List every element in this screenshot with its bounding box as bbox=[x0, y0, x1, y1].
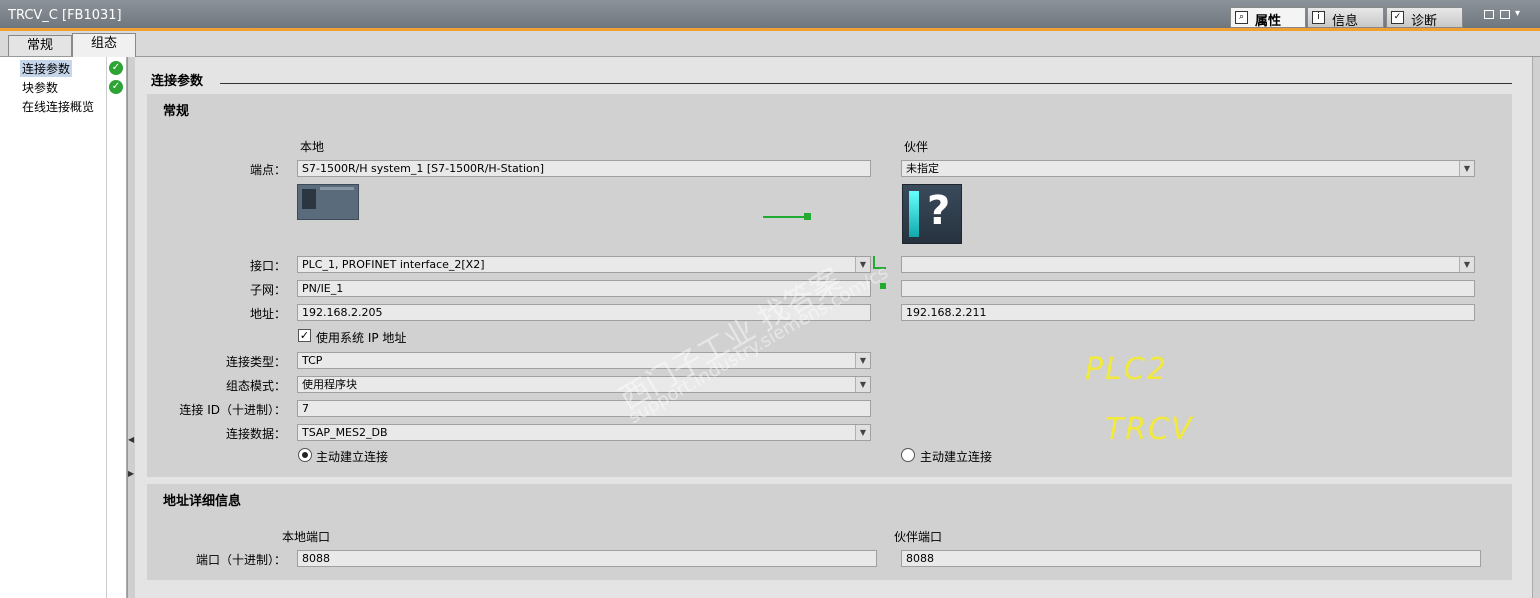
conn-data-select[interactable]: TSAP_MES2_DB ▼ bbox=[297, 424, 871, 441]
nav-item-block-params[interactable]: 块参数 bbox=[20, 79, 60, 96]
interface-label: 接口： bbox=[249, 259, 286, 273]
config-mode-value: 使用程序块 bbox=[302, 378, 357, 391]
interface-local-value: PLC_1, PROFINET interface_2[X2] bbox=[302, 258, 485, 271]
nav-item-connection-params[interactable]: 连接参数 bbox=[20, 60, 73, 77]
expand-right-icon[interactable]: ▶ bbox=[128, 469, 134, 478]
minimize-panel-icon[interactable] bbox=[1500, 10, 1510, 19]
partner-port-header: 伙伴端口 bbox=[894, 530, 943, 544]
plc-device-icon bbox=[297, 184, 359, 220]
tab-info-label: 信息 bbox=[1332, 14, 1359, 29]
local-header: 本地 bbox=[300, 140, 325, 154]
tab-diagnostics[interactable]: ✓ 诊断 bbox=[1386, 7, 1463, 29]
endpoint-partner-select[interactable]: 未指定 ▼ bbox=[901, 160, 1475, 177]
tab-info[interactable]: i 信息 bbox=[1307, 7, 1384, 29]
section-title: 连接参数 bbox=[151, 74, 204, 89]
tab-properties[interactable]: ⌕ 属性 bbox=[1230, 7, 1306, 29]
left-nav bbox=[0, 57, 127, 598]
conn-id-field[interactable]: 7 bbox=[297, 400, 871, 417]
conn-type-label: 连接类型： bbox=[225, 355, 286, 369]
active-conn-local-label: 主动建立连接 bbox=[316, 450, 389, 464]
tab-properties-label: 属性 bbox=[1255, 14, 1282, 29]
conn-type-select[interactable]: TCP ▼ bbox=[297, 352, 871, 369]
partner-header: 伙伴 bbox=[904, 140, 929, 154]
info-icon: i bbox=[1312, 11, 1325, 24]
conn-id-label: 连接 ID（十进制）： bbox=[179, 403, 286, 417]
general-title: 常规 bbox=[163, 104, 190, 119]
interface-local-select[interactable]: PLC_1, PROFINET interface_2[X2] ▼ bbox=[297, 256, 871, 273]
config-mode-select[interactable]: 使用程序块 ▼ bbox=[297, 376, 871, 393]
connection-line bbox=[763, 216, 808, 218]
handwritten-trcv: TRCV bbox=[1105, 412, 1194, 447]
ok-check-icon: ✓ bbox=[109, 61, 123, 75]
chevron-down-icon[interactable]: ▼ bbox=[855, 425, 870, 440]
section-rule bbox=[220, 83, 1512, 84]
use-system-ip-checkbox[interactable]: ✓ bbox=[298, 329, 311, 342]
active-conn-local-radio[interactable] bbox=[298, 448, 312, 462]
chevron-down-icon[interactable]: ▼ bbox=[855, 353, 870, 368]
endpoint-partner-value: 未指定 bbox=[906, 162, 939, 175]
address-label: 地址： bbox=[249, 307, 286, 321]
window-title: TRCV_C [FB1031] bbox=[8, 8, 122, 23]
subtab-general[interactable]: 常规 bbox=[8, 35, 72, 56]
unknown-device-icon: ? bbox=[902, 184, 962, 244]
connection-node bbox=[804, 213, 811, 220]
config-mode-label: 组态模式： bbox=[225, 379, 286, 393]
active-conn-partner-radio[interactable] bbox=[901, 448, 915, 462]
properties-icon: ⌕ bbox=[1235, 11, 1248, 24]
chevron-down-icon[interactable]: ▼ bbox=[1459, 257, 1474, 272]
right-scrollbar[interactable] bbox=[1532, 57, 1540, 598]
use-system-ip-label: 使用系统 IP 地址 bbox=[316, 331, 407, 345]
collapse-left-icon[interactable]: ◀ bbox=[128, 435, 134, 444]
address-details-title: 地址详细信息 bbox=[163, 494, 242, 509]
nav-divider bbox=[106, 57, 107, 598]
subnet-label: 子网： bbox=[249, 283, 286, 297]
port-label: 端口（十进制）： bbox=[195, 553, 286, 567]
conn-type-value: TCP bbox=[302, 354, 323, 367]
endpoint-label: 端点： bbox=[249, 163, 286, 177]
local-port-header: 本地端口 bbox=[282, 530, 331, 544]
address-partner-field[interactable]: 192.168.2.211 bbox=[901, 304, 1475, 321]
subnet-partner-field[interactable] bbox=[901, 280, 1475, 297]
local-port-field[interactable]: 8088 bbox=[297, 550, 877, 567]
tab-diagnostics-label: 诊断 bbox=[1411, 14, 1438, 29]
active-conn-partner-label: 主动建立连接 bbox=[920, 450, 993, 464]
partner-port-field[interactable]: 8088 bbox=[901, 550, 1481, 567]
chevron-down-icon[interactable]: ▼ bbox=[1459, 161, 1474, 176]
handwritten-plc2: PLC2 bbox=[1085, 352, 1168, 387]
sub-tab-bar bbox=[0, 31, 1540, 57]
restore-icon[interactable] bbox=[1484, 10, 1494, 19]
conn-data-value: TSAP_MES2_DB bbox=[302, 426, 388, 439]
ok-check-icon: ✓ bbox=[109, 80, 123, 94]
nav-item-online-overview[interactable]: 在线连接概览 bbox=[20, 98, 96, 115]
dropdown-arrow-icon[interactable]: ▾ bbox=[1515, 8, 1520, 19]
diagnostics-icon: ✓ bbox=[1391, 11, 1404, 24]
interface-partner-select[interactable]: ▼ bbox=[901, 256, 1475, 273]
subtab-configuration[interactable]: 组态 bbox=[72, 33, 136, 57]
conn-data-label: 连接数据： bbox=[225, 427, 286, 441]
chevron-down-icon[interactable]: ▼ bbox=[855, 377, 870, 392]
endpoint-local-field[interactable]: S7-1500R/H system_1 [S7-1500R/H-Station] bbox=[297, 160, 871, 177]
